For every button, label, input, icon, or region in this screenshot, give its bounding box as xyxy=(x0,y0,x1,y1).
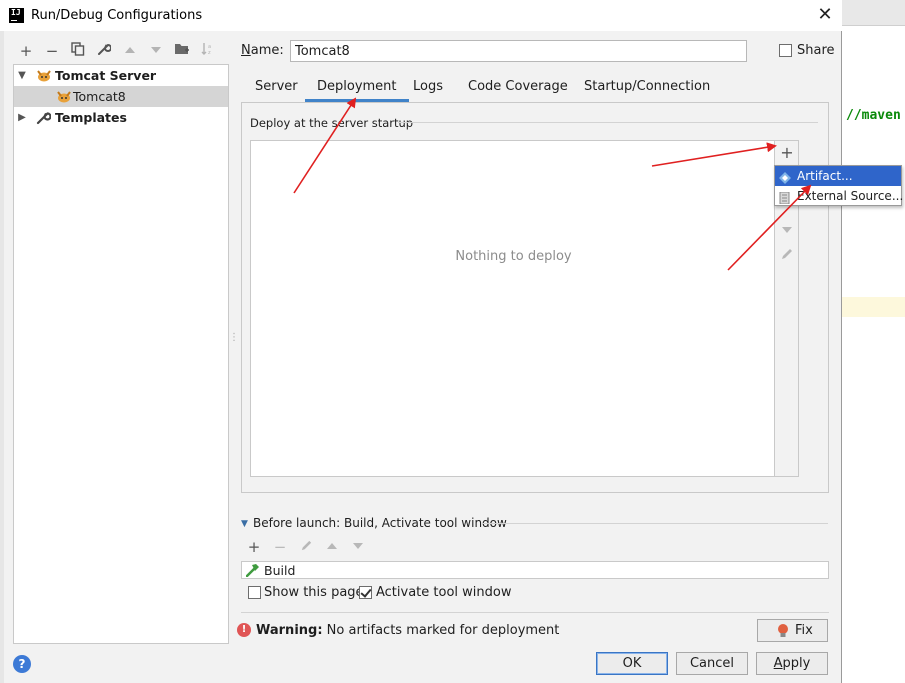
title-bar: IJ Run/Debug Configurations ✕ xyxy=(0,0,842,31)
add-task-button[interactable]: + xyxy=(245,538,263,556)
move-up-icon[interactable] xyxy=(323,538,341,556)
empty-state-text: Nothing to deploy xyxy=(455,249,572,264)
activate-tool-window-label: Activate tool window xyxy=(376,585,512,600)
run-debug-dialog: IJ Run/Debug Configurations ✕ + − az ▼ T… xyxy=(0,0,903,683)
background-editor: //maven xyxy=(841,0,905,683)
show-this-page-label: Show this page xyxy=(264,585,364,600)
tree-item-tomcat-server[interactable]: ▼ Tomcat Server xyxy=(14,65,228,86)
popup-item-external-source[interactable]: External Source... xyxy=(775,186,904,206)
chevron-right-icon[interactable]: ▶ xyxy=(16,107,28,128)
deployment-list[interactable]: Nothing to deploy xyxy=(250,140,775,477)
fix-button[interactable]: Fix xyxy=(757,619,828,642)
edit-pencil-icon[interactable] xyxy=(778,247,796,265)
splitter-handle[interactable]: ⋮ xyxy=(229,332,239,348)
svg-text:z: z xyxy=(208,50,211,56)
name-label: Name: xyxy=(241,43,284,58)
share-checkbox[interactable] xyxy=(779,44,792,57)
wrench-icon xyxy=(36,110,52,125)
move-down-icon[interactable] xyxy=(778,222,796,240)
tree-item-label: Tomcat Server xyxy=(55,68,157,83)
move-up-icon[interactable] xyxy=(121,42,139,60)
help-icon[interactable]: ? xyxy=(13,655,31,673)
tree-item-tomcat8[interactable]: Tomcat8 xyxy=(14,86,228,107)
tomcat-icon xyxy=(56,89,72,104)
folder-icon[interactable] xyxy=(173,42,191,60)
popup-item-artifact[interactable]: Artifact... xyxy=(775,166,901,186)
tab-startup-connection[interactable]: Startup/Connection xyxy=(572,72,722,102)
separator xyxy=(241,612,829,613)
activate-tool-window-checkbox[interactable] xyxy=(359,586,372,599)
add-deployment-popup: Artifact... External Source... xyxy=(774,165,904,206)
add-deployment-button[interactable]: + xyxy=(778,144,796,162)
left-edge-strip xyxy=(0,30,4,683)
editor-code-line: //maven xyxy=(846,108,901,123)
hammer-icon xyxy=(245,563,260,578)
tree-item-label: Templates xyxy=(55,110,127,125)
configuration-tree[interactable]: ▼ Tomcat Server Tomcat8 ▶ Templates xyxy=(13,64,229,644)
editor-line-highlight xyxy=(842,297,905,317)
artifact-icon xyxy=(779,170,791,184)
section-divider xyxy=(398,122,818,123)
remove-configuration-icon[interactable]: − xyxy=(43,42,61,60)
before-launch-title[interactable]: Before launch: Build, Activate tool wind… xyxy=(253,516,507,530)
task-label: Build xyxy=(264,563,296,578)
tree-item-templates[interactable]: ▶ Templates xyxy=(14,107,228,128)
intellij-icon: IJ xyxy=(9,8,24,23)
popup-item-label: External Source... xyxy=(797,189,904,203)
before-launch-list[interactable]: Build xyxy=(241,561,829,579)
close-button[interactable]: ✕ xyxy=(813,4,837,26)
chevron-down-icon[interactable]: ▼ xyxy=(16,65,28,86)
add-configuration-icon[interactable]: + xyxy=(17,42,35,60)
lightbulb-icon xyxy=(777,623,789,639)
move-down-icon[interactable] xyxy=(349,538,367,556)
wrench-icon[interactable] xyxy=(95,42,113,60)
tomcat-icon xyxy=(36,68,52,83)
name-input[interactable] xyxy=(290,40,747,62)
editor-tab-strip xyxy=(842,0,905,26)
tab-server[interactable]: Server xyxy=(243,72,310,102)
tree-item-label: Tomcat8 xyxy=(73,89,126,104)
tab-deployment[interactable]: Deployment xyxy=(305,72,409,102)
error-icon: ! xyxy=(237,623,251,637)
show-this-page-checkbox[interactable] xyxy=(248,586,261,599)
external-source-icon xyxy=(779,190,791,205)
popup-item-label: Artifact... xyxy=(797,169,853,183)
sort-icon[interactable]: az xyxy=(199,42,217,60)
copy-configuration-icon[interactable] xyxy=(69,42,87,60)
move-down-icon[interactable] xyxy=(147,42,165,60)
cancel-button[interactable]: Cancel xyxy=(676,652,748,675)
share-label: Share xyxy=(797,43,835,58)
collapse-triangle-icon[interactable]: ▼ xyxy=(241,519,248,529)
warning-message: Warning: No artifacts marked for deploym… xyxy=(256,623,560,638)
before-launch-divider xyxy=(482,523,828,524)
fix-label: Fix xyxy=(795,623,813,638)
edit-pencil-icon[interactable] xyxy=(297,538,315,556)
tab-code-coverage[interactable]: Code Coverage xyxy=(456,72,580,102)
tab-logs[interactable]: Logs xyxy=(401,72,455,102)
section-title: Deploy at the server startup xyxy=(250,116,414,130)
window-title: Run/Debug Configurations xyxy=(31,8,203,23)
ok-button[interactable]: OK xyxy=(596,652,668,675)
apply-button[interactable]: Apply xyxy=(756,652,828,675)
remove-task-button[interactable]: − xyxy=(271,538,289,556)
